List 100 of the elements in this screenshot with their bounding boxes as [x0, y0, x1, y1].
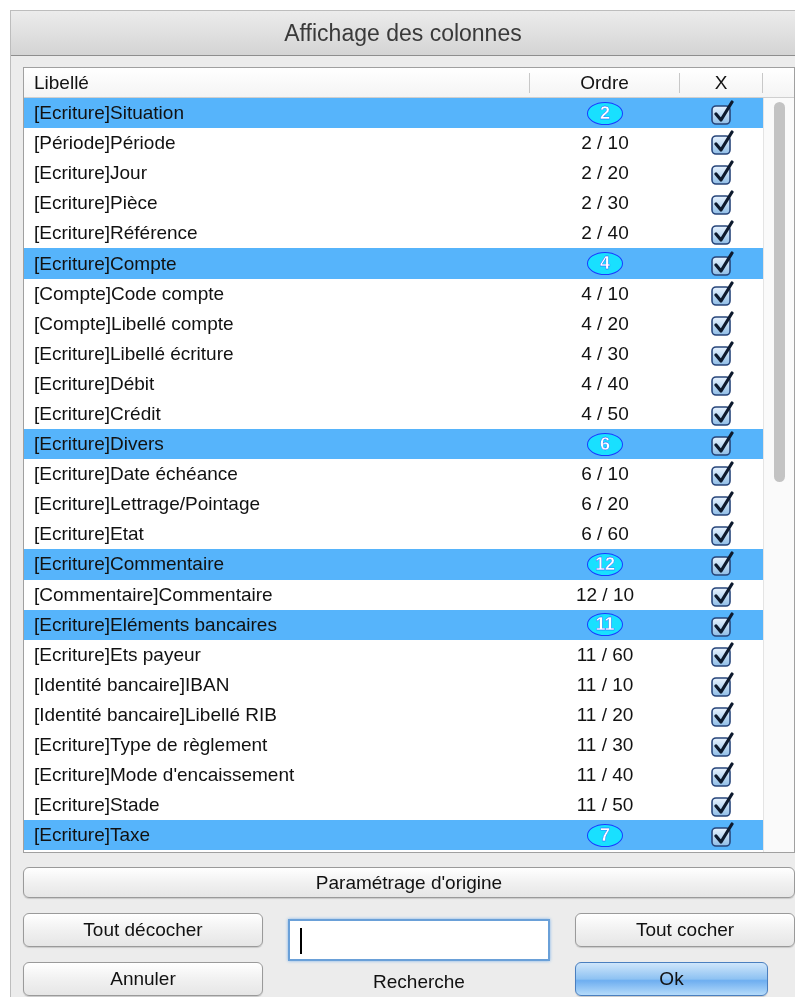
table-row[interactable]: [Identité bancaire]Libellé RIB 11 / 20	[24, 699, 763, 730]
table-cell-text: [Compte]Libellé compte	[33, 312, 235, 335]
table-cell-text: [Identité bancaire]Libellé RIB	[33, 703, 278, 726]
table-cell-text: [Ecriture]Situation	[33, 102, 185, 125]
cancel-button[interactable]: Annuler	[23, 962, 263, 996]
table-row[interactable]: [Ecriture]Crédit 4 / 50	[24, 398, 763, 430]
checkbox[interactable]	[708, 611, 735, 638]
search-field[interactable]	[288, 919, 550, 961]
checkbox[interactable]	[708, 551, 735, 578]
checkbox[interactable]	[708, 822, 735, 849]
checkbox[interactable]	[708, 401, 735, 427]
table-row[interactable]: [Compte]Libellé compte 4 / 20	[24, 308, 763, 339]
reset-button[interactable]: Paramétrage d'origine	[23, 867, 795, 898]
checkbox[interactable]	[708, 581, 735, 608]
text-cursor	[300, 928, 302, 954]
checkbox[interactable]	[708, 190, 735, 217]
table-cell: 6 / 60	[581, 523, 629, 546]
table-cell-text: [Ecriture]Ets payeur	[33, 643, 202, 666]
checkbox[interactable]	[708, 370, 735, 397]
table-cell-text: [Identité bancaire]IBAN	[33, 673, 231, 696]
ok-button[interactable]: Ok	[575, 962, 768, 996]
column-header[interactable]: Libellé	[24, 72, 530, 93]
table-row[interactable]: [Ecriture]Lettrage/Pointage 6 / 20	[24, 489, 763, 520]
table-cell-text: [Ecriture]Référence	[33, 222, 199, 245]
table-cell-text: [Ecriture]Mode d'encaissement	[33, 764, 296, 787]
table-cell: 4 / 40	[581, 372, 629, 395]
order-badge: 6	[587, 432, 623, 456]
table-row[interactable]: [Ecriture]Type de règlement 11 / 30	[24, 729, 763, 761]
table-cell: 11 / 30	[576, 734, 634, 756]
table-row[interactable]: [Compte]Code compte 4 / 10	[24, 278, 763, 309]
table-row[interactable]: [Ecriture]Pièce 2 / 30	[24, 188, 763, 219]
checkbox[interactable]	[708, 521, 735, 548]
table-row[interactable]: [Ecriture]Commentaire 12	[24, 549, 763, 580]
checkbox[interactable]	[708, 280, 735, 307]
table-cell: 11 / 20	[576, 703, 634, 726]
table-cell: 12 / 10	[575, 583, 635, 606]
table-cell: 6 / 10	[581, 463, 629, 486]
table-row[interactable]: [Ecriture]Date échéance 6 / 10	[24, 459, 763, 490]
checkbox[interactable]	[708, 250, 735, 277]
table-cell-text: [Ecriture]Jour	[33, 162, 148, 185]
checkbox[interactable]	[708, 340, 735, 367]
checkbox[interactable]	[708, 792, 735, 819]
table-row[interactable]: [Ecriture]Débit 4 / 40	[24, 368, 763, 399]
check-all-button[interactable]: Tout cocher	[575, 913, 795, 947]
table-cell: 11 / 50	[576, 794, 634, 817]
checkbox[interactable]	[708, 310, 735, 337]
checkbox[interactable]	[708, 491, 735, 518]
table-cell: 2 / 40	[581, 222, 629, 245]
scrollbar-thumb[interactable]	[773, 102, 785, 482]
table-cell-text: [Ecriture]Débit	[33, 372, 156, 395]
table-row[interactable]: [Ecriture]Etat 6 / 60	[24, 519, 763, 550]
table-cell-text: [Compte]Code compte	[33, 282, 226, 305]
table-cell: 2 / 30	[581, 192, 629, 215]
table-row[interactable]: [Identité bancaire]IBAN 11 / 10	[24, 669, 763, 700]
column-header[interactable]: X	[680, 72, 763, 93]
window-title: Affichage des colonnes	[284, 19, 522, 47]
table-cell-text: [Ecriture]Eléments bancaires	[33, 613, 278, 636]
order-badge: 7	[587, 823, 623, 847]
table-cell-text: [Ecriture]Lettrage/Pointage	[33, 493, 262, 516]
table-cell: 4 / 50	[581, 403, 629, 425]
checkbox[interactable]	[708, 461, 735, 488]
table-row[interactable]: [Ecriture]Référence 2 / 40	[24, 218, 763, 249]
table-row[interactable]: [Ecriture]Ets payeur 11 / 60	[24, 639, 763, 670]
table-row[interactable]: [Ecriture]Situation 2	[24, 98, 763, 129]
table-row[interactable]: [Ecriture]Eléments bancaires 11	[24, 609, 763, 640]
order-badge: 11	[587, 613, 623, 637]
checkbox[interactable]	[708, 732, 735, 758]
column-header[interactable]: Ordre	[530, 72, 680, 93]
table-cell: 2 / 20	[581, 162, 629, 185]
table-row[interactable]: [Ecriture]Stade 11 / 50	[24, 790, 763, 821]
checkbox[interactable]	[708, 701, 735, 728]
table-row[interactable]: [Ecriture]Compte 4	[24, 248, 763, 279]
checkbox[interactable]	[708, 762, 735, 789]
checkbox[interactable]	[708, 220, 735, 247]
table-row[interactable]: [Ecriture]Libellé écriture 4 / 30	[24, 338, 763, 369]
table-cell-text: [Période]Période	[33, 132, 177, 155]
table-row[interactable]: [Ecriture]Mode d'encaissement 11 / 40	[24, 760, 763, 791]
checkbox[interactable]	[708, 431, 735, 458]
table-cell: 6 / 20	[581, 493, 629, 516]
table-row[interactable]: [Période]Période 2 / 10	[24, 128, 763, 159]
checkbox[interactable]	[708, 641, 735, 668]
table-cell: 11 / 10	[576, 673, 634, 696]
table-cell-text: [Ecriture]Pièce	[33, 192, 159, 215]
table-row[interactable]: [Ecriture]Divers 6	[24, 429, 763, 460]
checkbox[interactable]	[708, 130, 735, 157]
table-row[interactable]: [Commentaire]Commentaire 12 / 10	[24, 579, 763, 610]
order-badge: 4	[587, 252, 623, 275]
checkbox[interactable]	[708, 160, 735, 187]
table-cell: 2 / 10	[581, 132, 629, 155]
checkbox[interactable]	[708, 671, 735, 698]
order-badge: 12	[587, 552, 623, 576]
scrollbar[interactable]	[763, 98, 794, 852]
table-cell-text: [Ecriture]Etat	[33, 523, 145, 546]
table-row[interactable]: [Ecriture]Jour 2 / 20	[24, 158, 763, 189]
uncheck-all-button[interactable]: Tout décocher	[23, 913, 263, 947]
table-cell-text: [Ecriture]Type de règlement	[33, 734, 269, 756]
checkbox[interactable]	[708, 100, 735, 127]
table-cell: 11 / 40	[576, 764, 634, 787]
table-row[interactable]: [Ecriture]Taxe 7	[24, 820, 763, 851]
table-cell-text: [Ecriture]Commentaire	[33, 553, 226, 576]
